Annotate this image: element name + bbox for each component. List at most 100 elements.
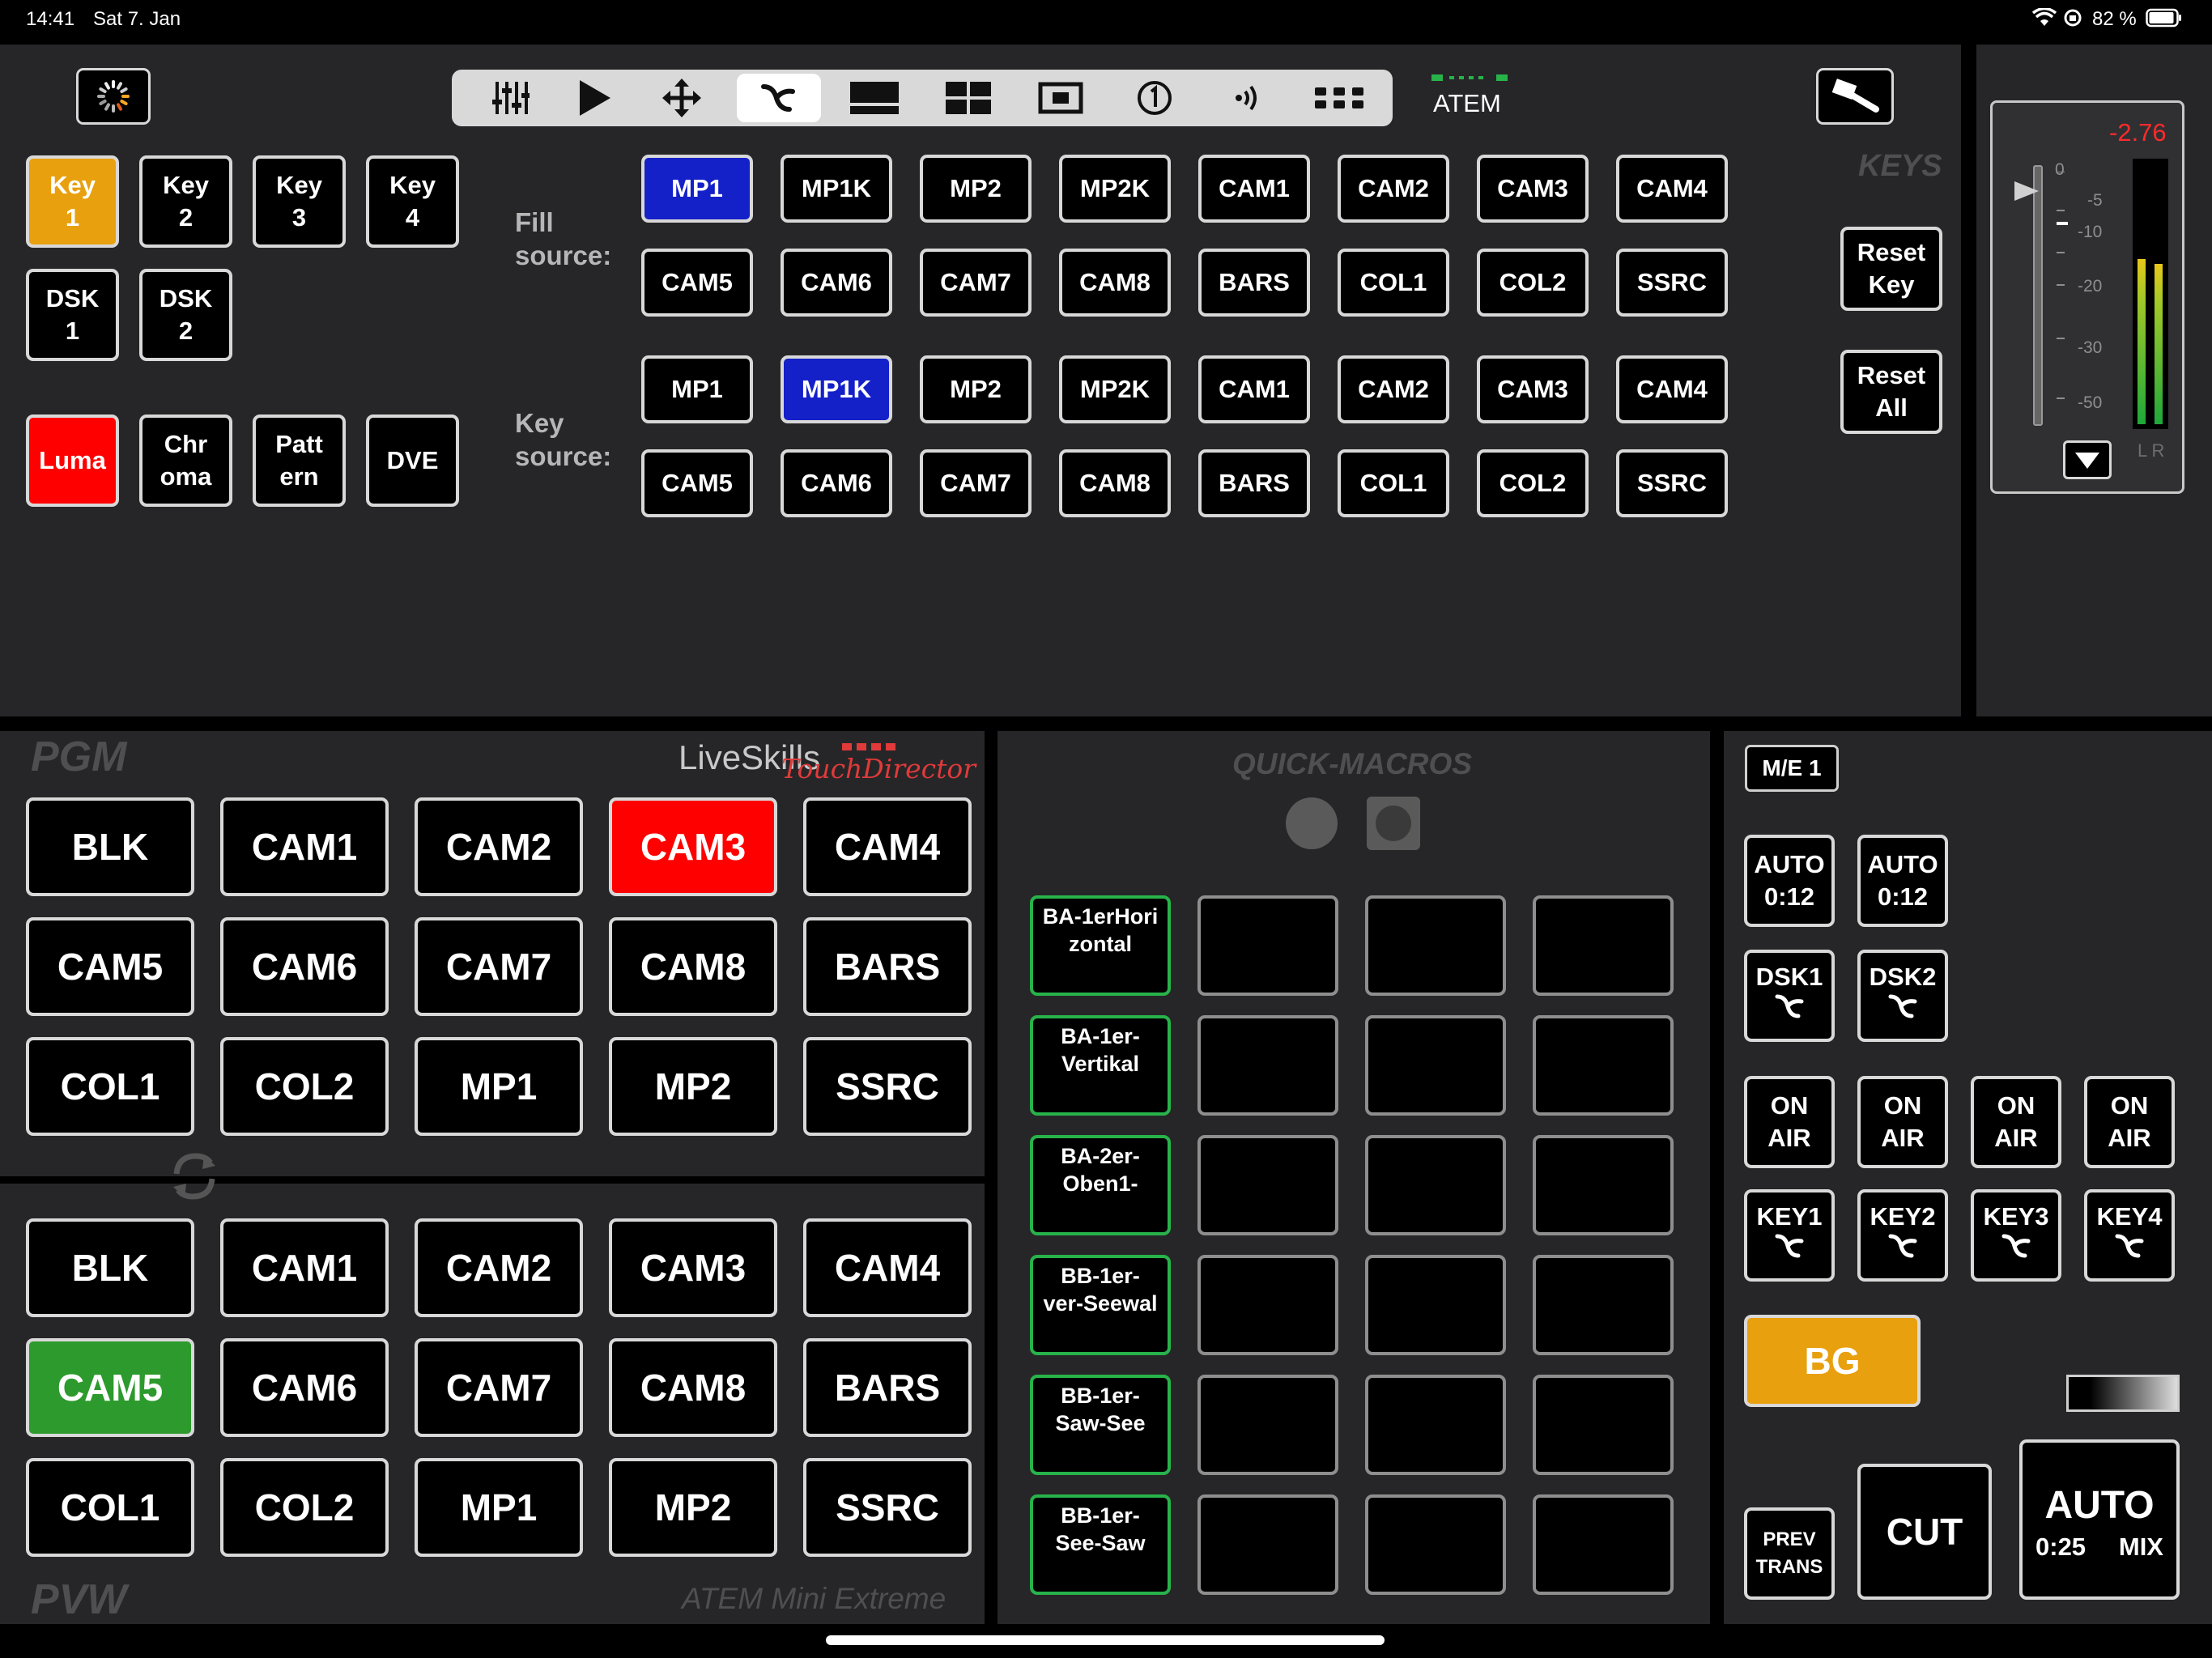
fill-source-mp2k[interactable]: MP2K [1059,155,1171,223]
key-source-cam4[interactable]: CAM4 [1616,355,1728,423]
pvw-cam5[interactable]: CAM5 [26,1338,194,1437]
mixer-sliders-icon[interactable] [468,74,552,122]
pvw-cam7[interactable]: CAM7 [415,1338,583,1437]
key-type-luma[interactable]: Luma [26,414,119,507]
pvw-cam6[interactable]: CAM6 [220,1338,389,1437]
macro-slot-empty[interactable] [1533,1255,1674,1355]
fill-source-cam3[interactable]: CAM3 [1477,155,1589,223]
key-source-cam5[interactable]: CAM5 [641,449,753,517]
key-3-next-button[interactable]: KEY3 [1971,1189,2061,1282]
key-source-col2[interactable]: COL2 [1477,449,1589,517]
dsk-1-selector[interactable]: DSK 1 [26,269,119,361]
macro-slot-empty[interactable] [1533,1375,1674,1475]
reset-key-button[interactable]: Reset Key [1840,227,1942,311]
key-3-on-air-button[interactable]: ON AIR [1971,1076,2061,1168]
macro-slot-empty[interactable] [1533,1494,1674,1595]
key-source-mp1[interactable]: MP1 [641,355,753,423]
macro-number-icon[interactable] [1112,74,1197,122]
play-icon[interactable] [552,74,636,122]
pvw-cam1[interactable]: CAM1 [220,1218,389,1317]
fill-source-mp1[interactable]: MP1 [641,155,753,223]
key-1-selector[interactable]: Key 1 [26,155,119,248]
auto-button-2[interactable]: AUTO 0:12 [1857,835,1948,927]
pvw-mp1[interactable]: MP1 [415,1458,583,1557]
pgm-cam4[interactable]: CAM4 [803,797,972,896]
macro-record-icon[interactable] [1285,797,1338,850]
macro-slot-empty[interactable] [1365,1135,1506,1235]
macro-slot-empty[interactable] [1197,1135,1338,1235]
macro-slot-empty[interactable] [1365,1494,1506,1595]
pgm-cam7[interactable]: CAM7 [415,917,583,1016]
key-type-chroma[interactable]: Chr oma [139,414,232,507]
pgm-cam1[interactable]: CAM1 [220,797,389,896]
prev-trans-button[interactable]: PREV TRANS [1744,1507,1835,1600]
hammer-tool-button[interactable] [1816,68,1894,125]
key-source-cam6[interactable]: CAM6 [781,449,892,517]
pvw-cam8[interactable]: CAM8 [609,1338,777,1437]
activity-spinner-button[interactable] [76,68,151,125]
macro-button[interactable]: BB-1er- See-Saw [1030,1494,1171,1595]
key-source-bars[interactable]: BARS [1198,449,1310,517]
macro-slot-empty[interactable] [1365,1015,1506,1116]
pvw-cam2[interactable]: CAM2 [415,1218,583,1317]
fill-source-cam6[interactable]: CAM6 [781,249,892,317]
reset-all-button[interactable]: Reset All [1840,350,1942,434]
key-4-on-air-button[interactable]: ON AIR [2084,1076,2175,1168]
macro-button[interactable]: BA-1er- Vertikal [1030,1015,1171,1116]
macro-button[interactable]: BA-1erHori zontal [1030,895,1171,996]
transition-tbar-indicator[interactable] [2066,1375,2180,1412]
pvw-cam4[interactable]: CAM4 [803,1218,972,1317]
auto-transition-button[interactable]: AUTO 0:25 MIX [2019,1439,2180,1600]
macro-slot-empty[interactable] [1197,1015,1338,1116]
macro-slot-empty[interactable] [1197,1255,1338,1355]
fill-source-mp2[interactable]: MP2 [920,155,1032,223]
fill-source-cam8[interactable]: CAM8 [1059,249,1171,317]
key-source-cam2[interactable]: CAM2 [1338,355,1449,423]
pgm-mp2[interactable]: MP2 [609,1037,777,1136]
pgm-cam6[interactable]: CAM6 [220,917,389,1016]
audio-broadcast-icon[interactable] [1205,74,1289,122]
macro-slot-empty[interactable] [1365,1255,1506,1355]
macro-slot-empty[interactable] [1533,1015,1674,1116]
macro-slot-empty[interactable] [1197,1375,1338,1475]
macro-slot-empty[interactable] [1365,895,1506,996]
key-source-ssrc[interactable]: SSRC [1616,449,1728,517]
fill-source-col1[interactable]: COL1 [1338,249,1449,317]
key-4-next-button[interactable]: KEY4 [2084,1189,2175,1282]
key-2-on-air-button[interactable]: ON AIR [1857,1076,1948,1168]
fill-source-ssrc[interactable]: SSRC [1616,249,1728,317]
fill-source-cam2[interactable]: CAM2 [1338,155,1449,223]
downstream-key-icon[interactable] [832,74,917,122]
pvw-cam3[interactable]: CAM3 [609,1218,777,1317]
key-source-mp1k[interactable]: MP1K [781,355,892,423]
macro-slot-empty[interactable] [1197,895,1338,996]
pgm-cam5[interactable]: CAM5 [26,917,194,1016]
key-source-cam1[interactable]: CAM1 [1198,355,1310,423]
key-1-next-button[interactable]: KEY1 [1744,1189,1835,1282]
keyer-icon[interactable] [737,74,821,122]
pvw-col1[interactable]: COL1 [26,1458,194,1557]
key-2-selector[interactable]: Key 2 [139,155,232,248]
fill-source-mp1k[interactable]: MP1K [781,155,892,223]
macro-slot-empty[interactable] [1197,1494,1338,1595]
pgm-mp1[interactable]: MP1 [415,1037,583,1136]
key-source-cam3[interactable]: CAM3 [1477,355,1589,423]
macro-slot-empty[interactable] [1365,1375,1506,1475]
more-grid-icon[interactable] [1297,74,1381,122]
pvw-col2[interactable]: COL2 [220,1458,389,1557]
macro-stop-icon[interactable] [1367,797,1420,850]
pvw-mp2[interactable]: MP2 [609,1458,777,1557]
key-3-selector[interactable]: Key 3 [253,155,346,248]
pgm-cam3[interactable]: CAM3 [609,797,777,896]
audio-fader-handle[interactable] [2014,178,2047,204]
macro-slot-empty[interactable] [1533,895,1674,996]
pgm-ssrc[interactable]: SSRC [803,1037,972,1136]
key-source-cam8[interactable]: CAM8 [1059,449,1171,517]
pvw-blk[interactable]: BLK [26,1218,194,1317]
key-source-col1[interactable]: COL1 [1338,449,1449,517]
key-type-pattern[interactable]: Patt ern [253,414,346,507]
dsk-2-tie-button[interactable]: DSK2 [1857,950,1948,1042]
auto-button-1[interactable]: AUTO 0:12 [1744,835,1835,927]
key-4-selector[interactable]: Key 4 [366,155,459,248]
fill-source-cam5[interactable]: CAM5 [641,249,753,317]
